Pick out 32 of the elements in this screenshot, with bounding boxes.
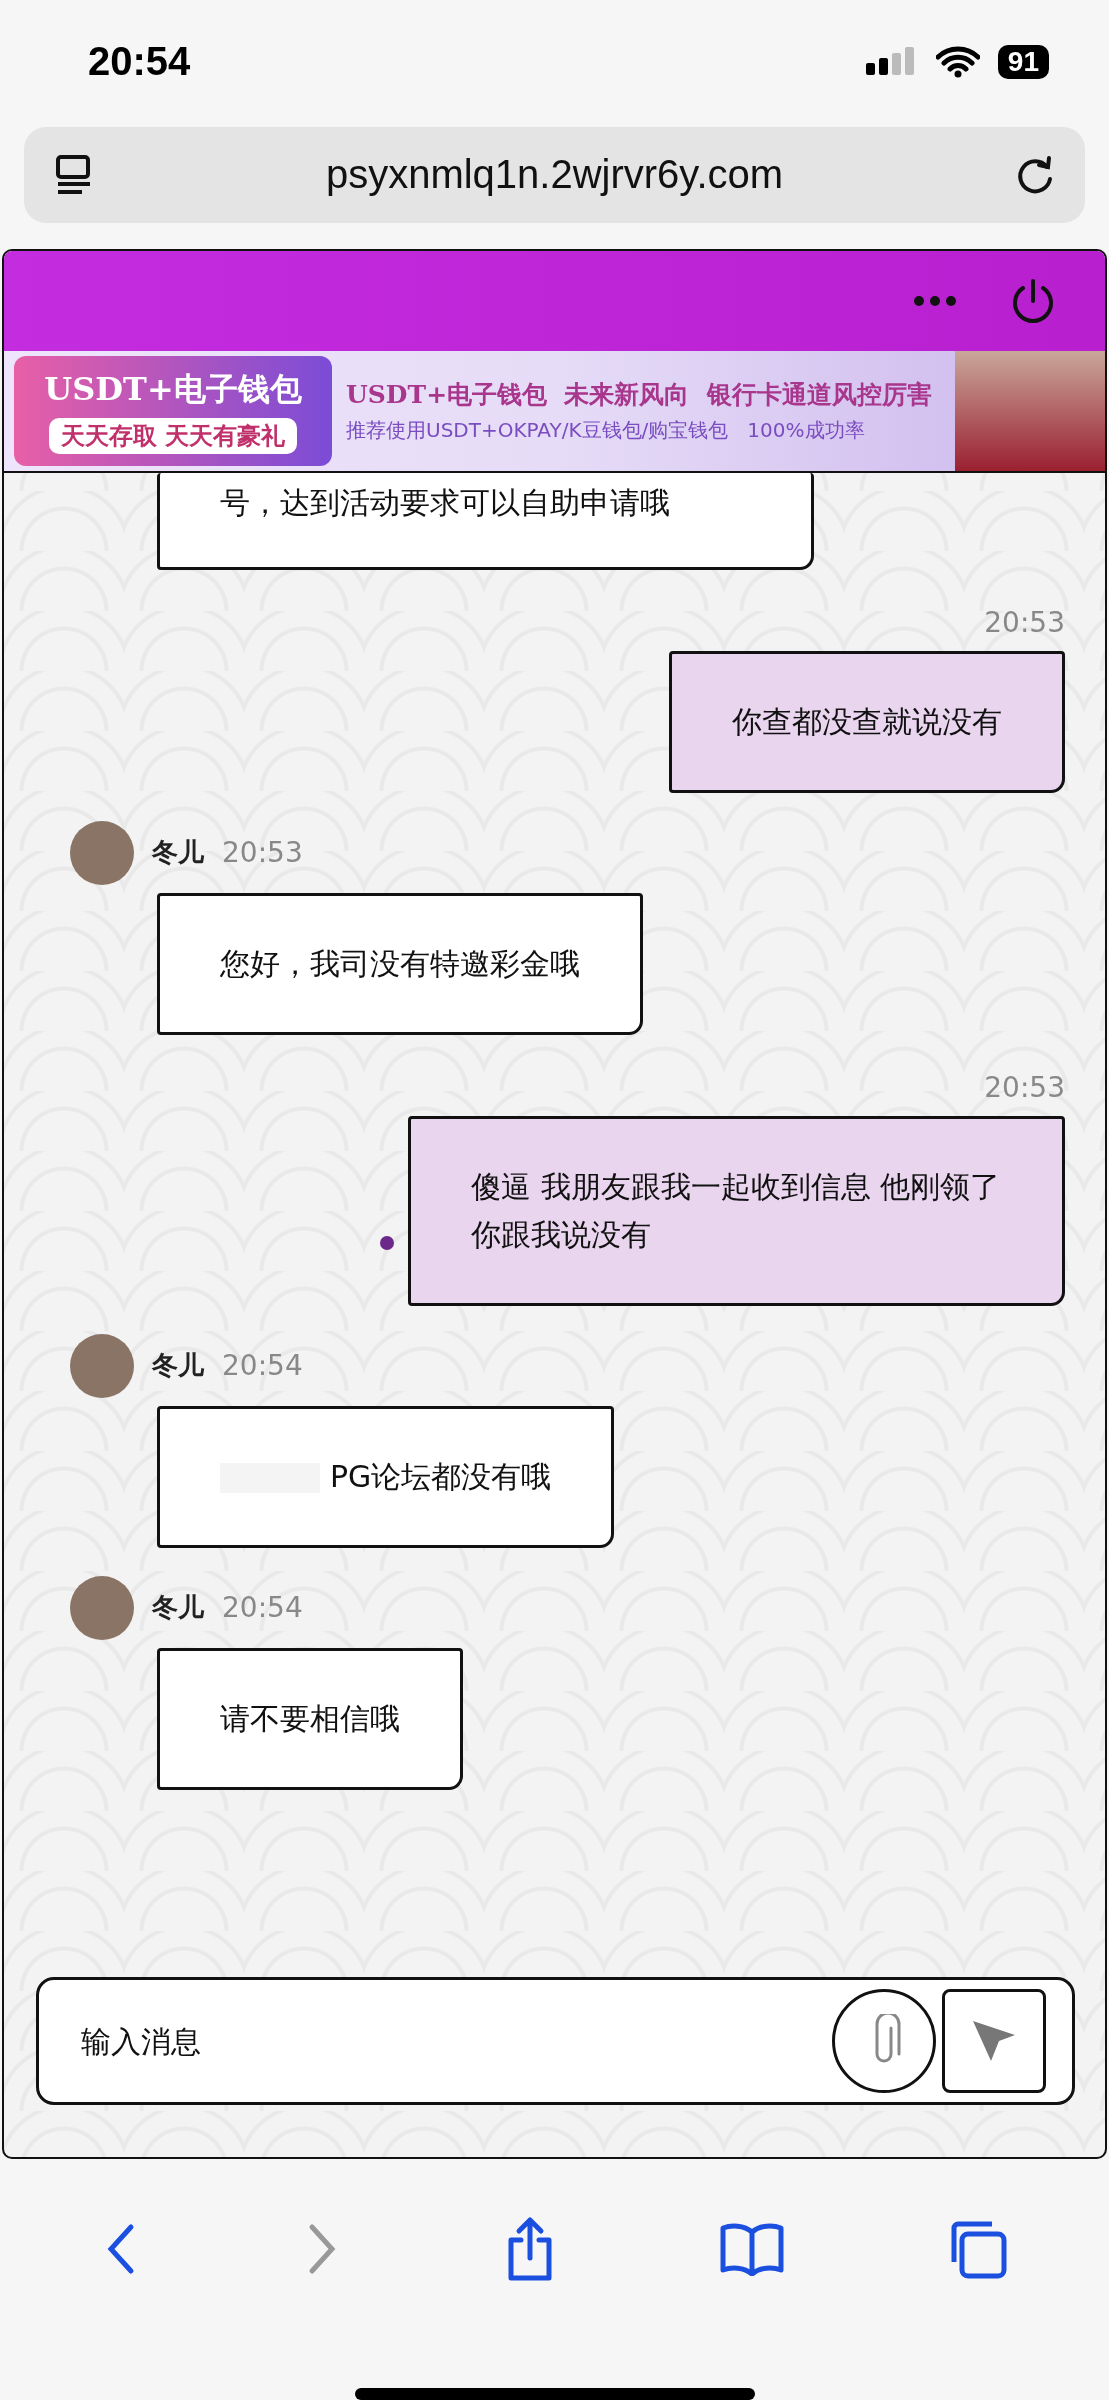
message-time: 20:54 (222, 1591, 303, 1625)
received-message: 请不要相信哦 (157, 1647, 463, 1790)
address-bar[interactable]: psyxnmlq1n.2wjrvr6y.com (24, 126, 1085, 223)
sent-message: 傻逼 我朋友跟我一起收到信息 他刚领了你跟我说没有 (408, 1115, 1065, 1306)
received-message: 号，达到活动要求可以自助申请哦 (157, 472, 814, 570)
power-icon[interactable] (1011, 277, 1055, 324)
avatar (70, 1575, 134, 1640)
status-time: 20:54 (88, 39, 191, 85)
message-time: 20:53 (984, 1070, 1065, 1104)
sender-name: 冬儿 (152, 1591, 204, 1625)
ad-subline: 推荐使用USDT+OKPAY/K豆钱包/购宝钱包 100%成功率 (346, 416, 866, 444)
message-time: 20:53 (222, 836, 303, 870)
avatar (70, 820, 134, 885)
ad-badge-title: USDT+电子钱包 (44, 368, 302, 410)
battery-level: 91 (997, 44, 1049, 79)
send-button[interactable] (942, 1989, 1046, 2094)
message-time: 20:54 (222, 1349, 303, 1383)
sender-name: 冬儿 (152, 1349, 204, 1383)
sent-message: 你查都没查就说没有 (669, 650, 1065, 793)
message-text: PG论坛都没有哦 (330, 1458, 552, 1494)
bookmarks-icon[interactable] (718, 2221, 785, 2276)
ad-headline: USDT+电子钱包 未来新风向 银行卡通道风控厉害 (346, 378, 933, 411)
avatar (70, 1333, 134, 1398)
message-input[interactable]: 输入消息 (79, 2022, 826, 2060)
ad-banner[interactable]: USDT+电子钱包 天天存取 天天有豪礼 USDT+电子钱包 未来新风向 银行卡通道风控厉害 推荐使用USDT+OKPAY/K豆钱包/购宝钱包 100%成功率 (4, 350, 1105, 473)
received-message: 您好，我司没有特邀彩金哦 (157, 892, 643, 1035)
message-time: 20:53 (984, 605, 1065, 639)
ad-badge-subtitle: 天天存取 天天有豪礼 (48, 417, 298, 454)
url-text: psyxnmlq1n.2wjrvr6y.com (324, 152, 785, 198)
more-icon[interactable] (913, 294, 957, 307)
sender-name: 冬儿 (152, 836, 204, 870)
wifi-icon (935, 45, 980, 78)
